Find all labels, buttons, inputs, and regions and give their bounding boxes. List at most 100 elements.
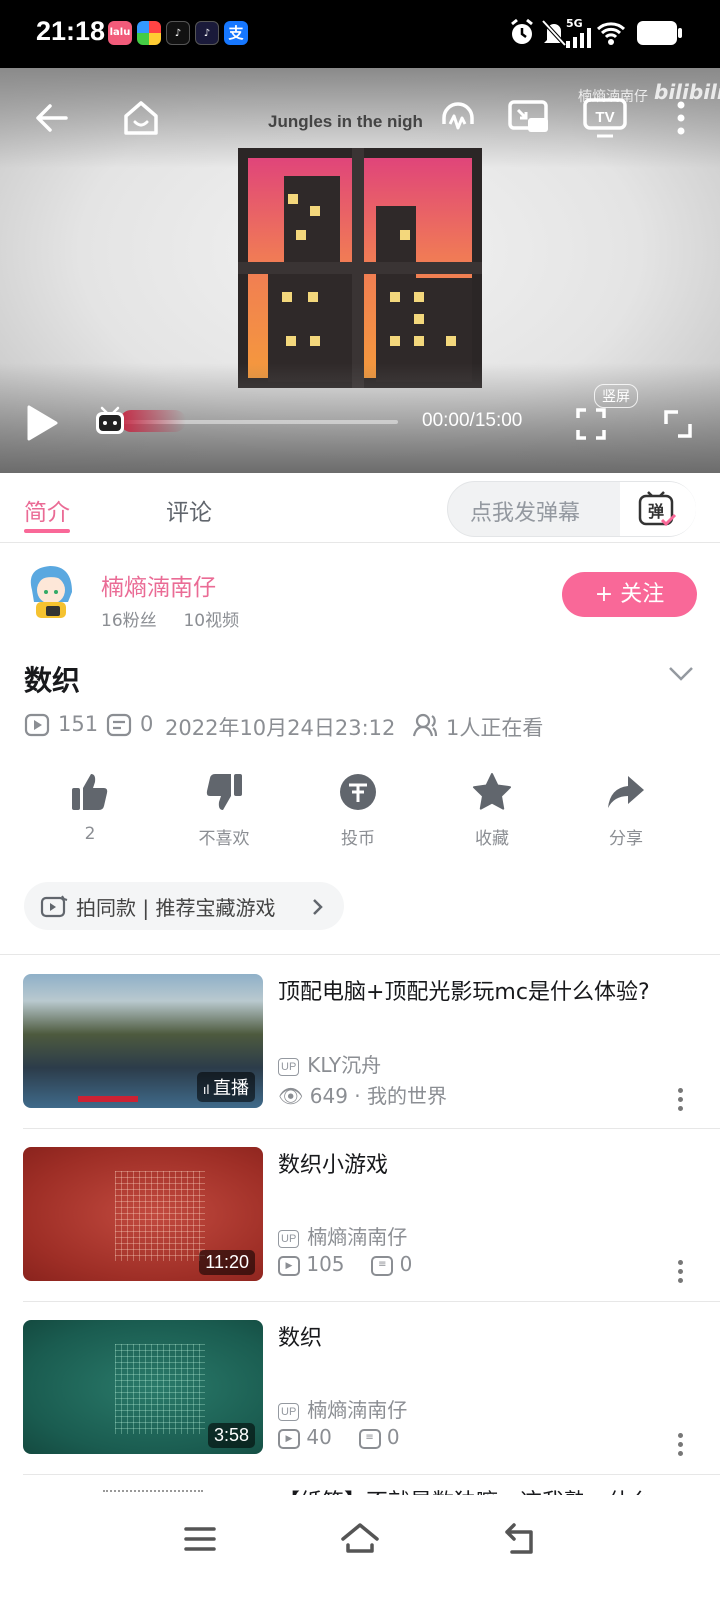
danmaku-count-icon: ≡ <box>358 1428 381 1449</box>
progress-thumb-icon[interactable] <box>94 406 126 436</box>
related-video-title[interactable]: 顶配电脑+顶配光影玩mc是什么体验? <box>278 976 678 1010</box>
tiktok-app-icon: ♪ <box>166 21 190 45</box>
related-video-card[interactable]: 3:58 数织 UP 楠熵湳南仔 ▶ 40 ≡ 0 <box>0 1320 720 1492</box>
play-icon[interactable] <box>26 404 58 442</box>
play-count-icon: ▶ <box>278 1428 300 1449</box>
home-nav-icon[interactable] <box>340 1521 380 1555</box>
more-options-icon[interactable] <box>678 1088 684 1115</box>
eye-icon: 👁 <box>278 1084 304 1108</box>
related-video-uploader[interactable]: UP KLY沉舟 <box>278 1049 381 1078</box>
recommend-chip-text: 拍同款 | 推荐宝藏游戏 <box>76 896 276 920</box>
danmaku-toggle-button[interactable]: 弹 <box>620 482 696 536</box>
battery-icon <box>637 21 682 45</box>
danmaku-icon: 弹 <box>638 491 677 527</box>
live-icon: ıl <box>202 1082 213 1097</box>
share-icon <box>608 776 644 808</box>
danmaku-count-icon <box>106 713 132 737</box>
up-icon: UP <box>278 1402 300 1421</box>
publish-date: 2022年10月24日23:12 <box>165 716 396 740</box>
vertical-screen-label[interactable]: 竖屏 <box>594 384 638 408</box>
uploader-name[interactable]: 楠熵湳南仔 <box>101 568 216 602</box>
related-video-title[interactable]: 数织小游戏 <box>278 1149 678 1183</box>
danmaku-count-icon: ≡ <box>371 1255 394 1276</box>
related-video-stats: ▶ 40 ≡ 0 <box>278 1425 400 1449</box>
back-nav-icon[interactable] <box>504 1521 538 1555</box>
live-badge: ıl 直播 <box>196 1072 255 1102</box>
up-icon: UP <box>278 1229 300 1248</box>
photos-app-icon <box>137 21 161 45</box>
signal-icon <box>566 28 591 48</box>
video-player[interactable]: Jungles in the nigh 楠熵湳南仔 bilibili TV 00… <box>0 68 720 473</box>
like-count: 2 <box>84 824 96 844</box>
lalu-app-icon: lalu <box>108 21 132 45</box>
video-title: 数织 <box>24 664 81 697</box>
expand-chevron-icon[interactable] <box>668 666 694 682</box>
tab-comments[interactable]: 评论 <box>166 493 212 527</box>
section-divider <box>0 954 720 955</box>
danmaku-input[interactable]: 点我发弹幕 弹 <box>447 481 696 537</box>
related-video-card[interactable]: 11:20 数织小游戏 UP 楠熵湳南仔 ▶ 105 ≡ 0 <box>0 1147 720 1319</box>
watching-count: 1人正在看 <box>446 716 544 740</box>
tab-active-indicator <box>24 529 70 533</box>
card-divider <box>23 1301 720 1302</box>
alipay-app-icon: 支 <box>224 21 248 45</box>
related-video-stats: 👁 649 · 我的世界 <box>278 1084 448 1108</box>
play-count-icon: ▶ <box>278 1255 300 1276</box>
favorite-button[interactable]: 收藏 <box>447 772 537 849</box>
danmaku-placeholder: 点我发弹幕 <box>470 501 581 526</box>
card-divider <box>23 1474 720 1475</box>
video-duration: 11:20 <box>199 1250 255 1275</box>
status-time: 21:18 <box>36 16 106 46</box>
related-video-uploader[interactable]: UP 楠熵湳南仔 <box>278 1221 407 1250</box>
more-options-icon[interactable] <box>678 1260 684 1287</box>
back-arrow-icon[interactable] <box>34 100 70 136</box>
card-divider <box>23 1128 720 1129</box>
tab-intro[interactable]: 简介 <box>24 493 70 527</box>
svg-text:TV: TV <box>595 109 614 126</box>
danmaku-icon-char: 弹 <box>648 502 664 521</box>
playback-time: 00:00/15:00 <box>422 410 523 431</box>
video-thumbnail[interactable]: ıl 直播 <box>23 974 263 1108</box>
video-title-overlay: Jungles in the nigh <box>268 112 423 131</box>
view-count: 151 <box>58 712 99 736</box>
more-options-icon[interactable] <box>676 100 686 136</box>
tiktok-lite-app-icon: ♪ <box>195 21 219 45</box>
favorite-label: 收藏 <box>475 829 509 849</box>
fullscreen-icon[interactable] <box>662 408 694 440</box>
camera-icon <box>40 895 68 918</box>
danmaku-trail <box>120 410 186 432</box>
thumbs-up-icon <box>72 774 108 810</box>
recommend-chip[interactable]: 拍同款 | 推荐宝藏游戏 <box>24 882 344 930</box>
share-label: 分享 <box>609 829 643 849</box>
home-icon[interactable] <box>121 98 161 138</box>
related-video-uploader[interactable]: UP 楠熵湳南仔 <box>278 1394 407 1423</box>
chevron-right-icon <box>313 899 323 915</box>
views-icon <box>24 713 50 737</box>
video-thumbnail[interactable]: 3:58 <box>23 1320 263 1454</box>
cast-tv-icon[interactable]: TV <box>583 98 627 138</box>
audio-mode-icon[interactable] <box>438 98 478 138</box>
related-video-card[interactable]: ıl 直播 顶配电脑+顶配光影玩mc是什么体验? UP KLY沉舟 👁 649 ·… <box>0 974 720 1146</box>
pip-icon[interactable] <box>508 100 550 136</box>
coin-icon <box>340 774 376 810</box>
up-icon: UP <box>278 1057 300 1076</box>
system-nav-bar <box>0 1495 720 1600</box>
video-thumbnail[interactable]: 11:20 <box>23 1147 263 1281</box>
avatar[interactable] <box>22 560 80 622</box>
menu-icon[interactable] <box>184 1525 216 1553</box>
dislike-button[interactable]: 不喜欢 <box>179 772 269 849</box>
more-options-icon[interactable] <box>678 1433 684 1460</box>
related-video-title[interactable]: 数织 <box>278 1322 678 1356</box>
share-button[interactable]: 分享 <box>581 772 671 849</box>
like-button[interactable]: 2 <box>45 772 135 844</box>
videos-count: 10视频 <box>183 611 240 631</box>
mute-icon <box>541 19 567 47</box>
danmaku-count: 0 <box>140 712 154 736</box>
coin-button[interactable]: 投币 <box>313 772 403 849</box>
nonogram-artwork <box>238 148 482 388</box>
thumb-grid <box>115 1344 205 1434</box>
vertical-screen-icon[interactable] <box>576 408 606 440</box>
follow-button[interactable]: + 关注 <box>562 572 697 617</box>
thumb-hotbar <box>78 1096 138 1102</box>
status-bar: 21:18 lalu ♪ ♪ 支 5G <box>0 0 720 68</box>
